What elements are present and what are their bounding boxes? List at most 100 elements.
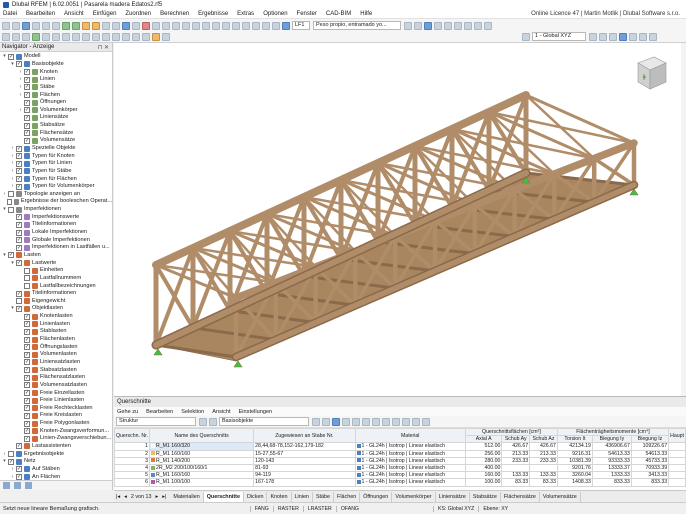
tab-knoten[interactable]: Knoten [267,491,292,502]
solid-icon[interactable] [102,21,110,30]
tree-item[interactable]: Lastfallnummern [0,275,112,283]
cell-az[interactable]: 426.67 [529,442,558,451]
tree-item[interactable]: › ✓ Typen für Stäbe [0,168,112,176]
tree-item[interactable]: › ✓ Auf Stäben [0,466,112,474]
scale-icon[interactable] [102,32,110,41]
display-tab-icon[interactable] [14,482,21,489]
extrude-icon[interactable] [132,32,140,41]
tree-item[interactable]: ✓ Liniensatzlasten [0,359,112,367]
last-page-icon[interactable]: ▸| [162,494,166,500]
menu-ergebnisse[interactable]: Ergebnisse [198,11,228,17]
tree-checkbox[interactable]: ✓ [24,428,30,435]
cell-iy[interactable]: 93333.33 [591,456,632,465]
cell-iz[interactable]: 3413.33 [630,471,670,480]
cell-az[interactable]: 133.33 [529,471,558,480]
table-menu-selektion[interactable]: Selektion [181,409,204,415]
iso-view-icon[interactable] [222,21,230,30]
cell-iy[interactable]: 13333.37 [591,463,632,473]
mirror-icon[interactable] [92,32,100,41]
view-x-icon[interactable] [192,21,200,30]
table-row[interactable]: 1 R_M1 160/320 28,44,68-78,152-162,179-182… [113,442,686,451]
table-sort-icon[interactable] [372,417,380,426]
menu-hilfe[interactable]: Hilfe [360,11,372,17]
tree-checkbox[interactable]: ✓ [24,374,30,381]
tree-expander-icon[interactable]: ▾ [2,53,7,60]
tree-item[interactable]: Ergebnisse der booleschen Operat... [0,198,112,206]
tree-item[interactable]: ✓ Titelinformationen [0,221,112,229]
status-fang[interactable]: FANG [249,505,273,512]
tree-item[interactable]: Lastfallbezeichnungen [0,282,112,290]
cell-main[interactable] [668,471,686,480]
view-coordinate-select[interactable]: 1 - Global XYZ [532,32,586,41]
table-menu-einstellungen[interactable]: Einstellungen [239,409,273,415]
table-icon[interactable] [152,21,160,30]
tree-checkbox[interactable]: ✓ [16,176,22,183]
tree-item[interactable]: ✓ Knoten-Zwangsverformun... [0,427,112,435]
prev-lc-icon[interactable] [404,21,412,30]
measure-icon[interactable] [272,21,280,30]
cell-assigned[interactable]: 28,44,68-78,152-162,179-182 [253,442,356,451]
tree-expander-icon[interactable]: › [2,451,7,458]
view-y-icon[interactable] [202,21,210,30]
grid-icon[interactable] [32,32,40,41]
cell-material[interactable]: 1 - GL24h | Isotrop | Linear elastisch [354,449,466,458]
tree-item[interactable]: ✓ Linienlasten [0,320,112,328]
tab-volumenkörper[interactable]: Volumenkörper [392,491,436,502]
tab-querschnitte[interactable]: Querschnitte [203,491,244,502]
tree-item[interactable]: ▾ Imperfektionen [0,206,112,214]
navigator-pin-icon[interactable]: ⊓ ✕ [98,44,109,51]
cell-main[interactable] [668,478,686,487]
tree-item[interactable]: ✓ Volumensätze [0,137,112,145]
table-settings-icon[interactable] [422,417,430,426]
tree-item[interactable]: › ✓ Volumenkörper [0,106,112,114]
menu-extras[interactable]: Extras [237,11,254,17]
table-next-icon[interactable] [322,417,330,426]
tree-item[interactable]: › ✓ Knoten [0,68,112,76]
cell-az[interactable]: 233.33 [529,456,558,465]
cell-no[interactable]: 1 [113,442,151,451]
new-icon[interactable] [2,21,10,30]
tree-expander-icon[interactable]: ▾ [2,206,7,213]
cell-az[interactable] [529,463,558,473]
tree-item[interactable]: Eigengewicht [0,298,112,306]
tree-item[interactable]: ✓ Stablasten [0,328,112,336]
cell-material[interactable]: 1 - GL24h | Isotrop | Linear elastisch [354,442,466,451]
tree-checkbox[interactable]: ✓ [24,344,30,351]
line-icon[interactable] [72,21,80,30]
tree-expander-icon[interactable]: › [10,160,15,167]
tree-expander-icon[interactable]: › [10,183,15,190]
tree-item[interactable]: ✓ Imperfektionswerte [0,213,112,221]
zoom-icon[interactable] [162,21,170,30]
tree-expander-icon[interactable]: ▾ [2,252,7,259]
views-tab-icon[interactable] [25,482,32,489]
show-loads-icon[interactable] [424,21,432,30]
cell-iy[interactable]: 436906.67 [591,442,632,451]
cell-a[interactable]: 100.00 [464,478,503,487]
tree-checkbox[interactable]: ✓ [24,405,30,412]
menu-ansicht[interactable]: Ansicht [64,11,84,17]
deformation-icon[interactable] [444,21,452,30]
cell-ay[interactable]: 213.33 [501,449,531,458]
cell-a[interactable]: 512.00 [464,442,503,451]
cell-name[interactable]: R_M1 100/100 [149,478,255,487]
tree-item[interactable]: ✓ Flächensätze [0,129,112,137]
cell-ay[interactable]: 83.33 [501,478,531,487]
prev-page-icon[interactable]: ◂ [124,494,127,500]
tree-expander-icon[interactable]: › [10,153,15,160]
tree-checkbox[interactable]: ✓ [8,458,14,465]
tree-checkbox[interactable]: ✓ [16,244,22,251]
view-3d-icon[interactable] [619,32,627,41]
col-name[interactable]: Name des Querschnitts [149,427,255,444]
wireframe-icon[interactable] [242,21,250,30]
tree-checkbox[interactable]: ✓ [24,382,30,389]
filter-prev-icon[interactable] [199,417,207,426]
tree-expander-icon[interactable]: › [10,168,15,175]
tree-item[interactable]: ✓ Freie Polygonlasten [0,420,112,428]
cell-ay[interactable] [501,463,531,473]
category-select[interactable]: Basisobjekte [219,417,309,426]
tree-checkbox[interactable]: ✓ [24,359,30,366]
delete-icon[interactable] [142,32,150,41]
info-icon[interactable] [484,21,492,30]
view-cube-icon[interactable] [634,53,668,93]
tree-checkbox[interactable] [24,267,30,274]
